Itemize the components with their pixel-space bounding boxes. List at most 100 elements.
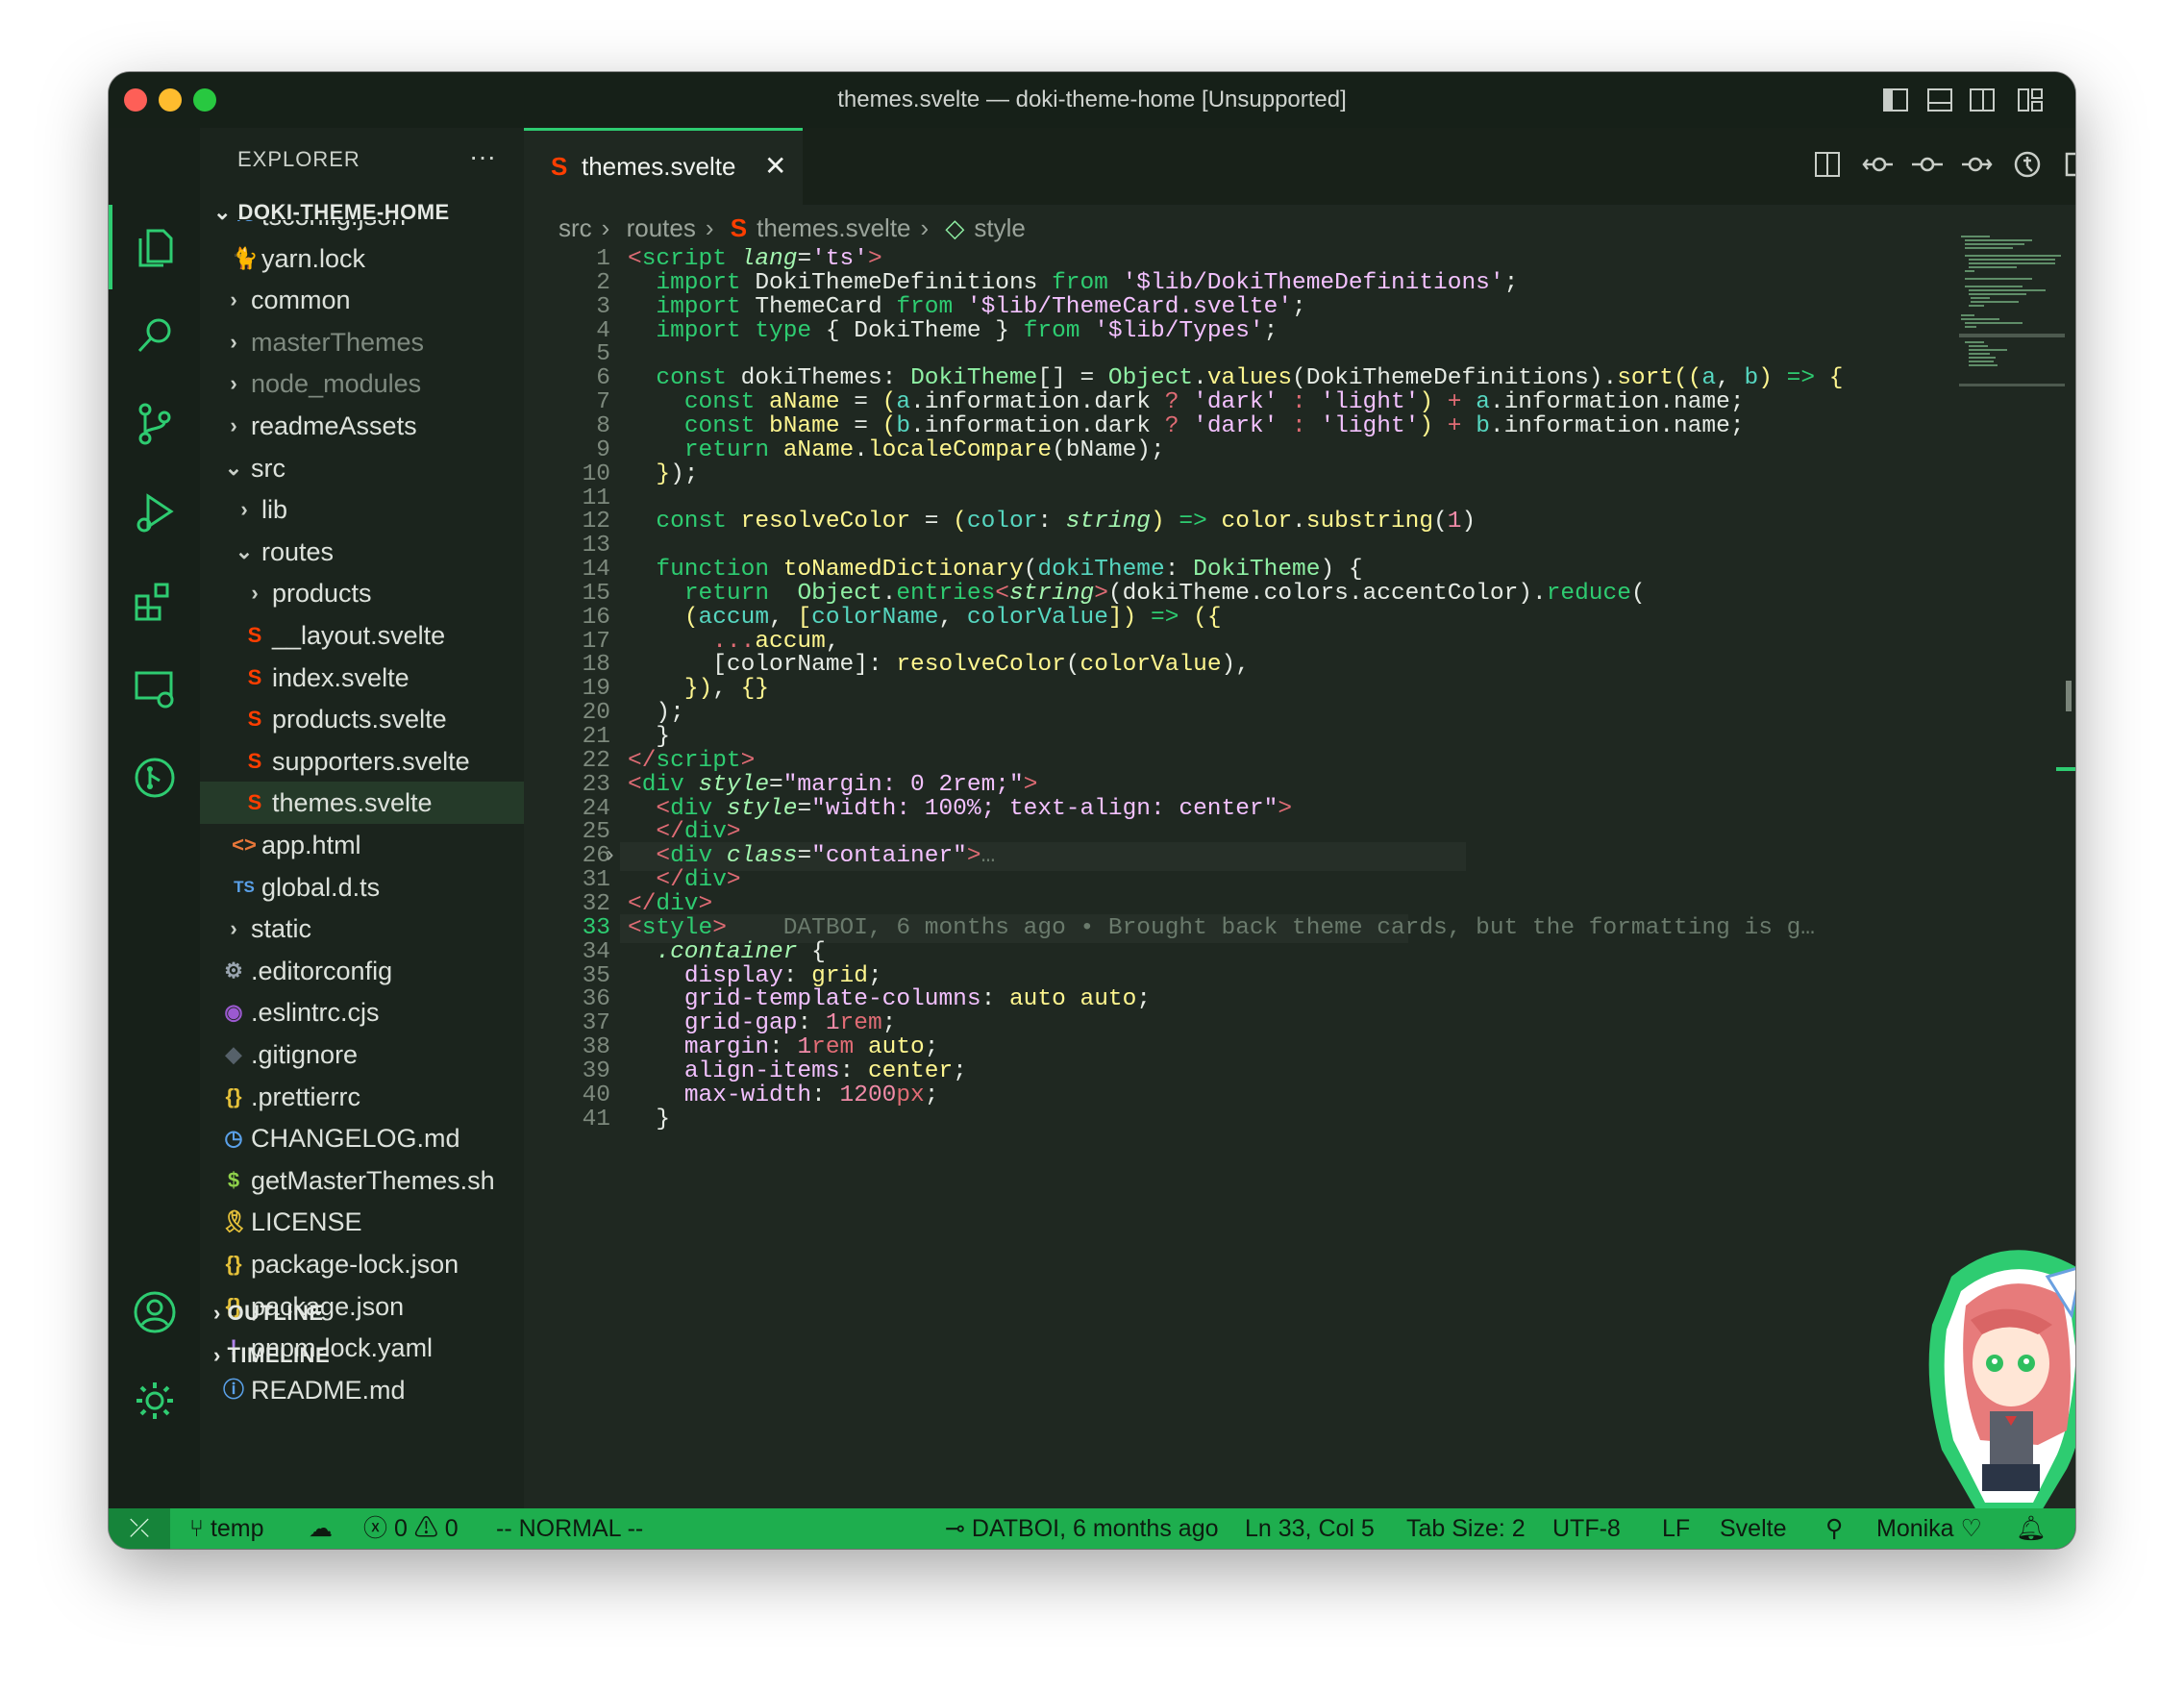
outline-section[interactable]: › OUTLINE — [213, 1301, 324, 1326]
tree-item[interactable]: › products — [200, 572, 524, 614]
encoding[interactable]: UTF-8 — [1552, 1508, 1621, 1549]
file-type-icon: ◆ — [225, 1042, 242, 1066]
extensions-icon[interactable] — [109, 559, 200, 643]
account-icon[interactable] — [109, 1270, 200, 1355]
files-icon[interactable] — [109, 205, 200, 289]
branch-status[interactable]: ⑂ temp — [189, 1508, 264, 1549]
file-type-icon: S — [247, 623, 262, 647]
sync-icon[interactable]: ☁ — [309, 1508, 333, 1549]
tree-item-label: app.html — [261, 831, 361, 859]
style-symbol-icon: ◇ — [945, 213, 965, 242]
breadcrumb-file[interactable]: themes.svelte — [757, 213, 910, 242]
toggle-panel-icon[interactable] — [1925, 86, 1954, 114]
svelte-file-icon: S — [730, 213, 748, 242]
tree-item[interactable]: ⌄ src — [200, 447, 524, 489]
tree-item[interactable]: Sindex.svelte — [200, 657, 524, 699]
tree-item[interactable]: › static — [200, 908, 524, 950]
tree-item[interactable]: ◉ .eslintrc.cjs — [200, 991, 524, 1033]
tree-item[interactable]: ⚙ .editorconfig — [200, 950, 524, 992]
git-graph-icon[interactable] — [109, 735, 200, 820]
vscode-window: themes.svelte — doki-theme-home [Unsuppo… — [109, 72, 2075, 1549]
tree-item-label: themes.svelte — [272, 788, 433, 818]
tab-size[interactable]: Tab Size: 2 — [1406, 1508, 1526, 1549]
vim-mode: -- NORMAL -- — [496, 1515, 644, 1542]
customize-layout-icon[interactable] — [2016, 86, 2045, 114]
tree-item[interactable]: Sproducts.svelte — [200, 698, 524, 740]
breadcrumb-src[interactable]: src — [558, 213, 592, 242]
editor-area: S themes.svelte ✕ ··· — [524, 128, 2075, 1508]
toggle-secondary-sidebar-icon[interactable] — [1968, 86, 1997, 114]
folder-chevron-icon: › — [251, 581, 259, 606]
chevron-right-icon: › — [705, 213, 714, 242]
minimap[interactable] — [1959, 234, 2065, 397]
previous-change-icon[interactable] — [1860, 147, 1895, 182]
remote-explorer-icon[interactable] — [109, 647, 200, 732]
tree-item[interactable]: ⓘ README.md — [200, 1369, 524, 1403]
toggle-primary-sidebar-icon[interactable] — [1881, 86, 1910, 114]
tree-item-label: CHANGELOG.md — [251, 1124, 460, 1154]
tree-item-label: index.svelte — [272, 662, 410, 692]
tree-item-label: package-lock.json — [251, 1250, 459, 1279]
tree-item-label: .gitignore — [251, 1040, 359, 1069]
folder-chevron-icon: › — [230, 413, 237, 437]
tree-item[interactable]: $ getMasterThemes.sh — [200, 1159, 524, 1202]
code-editor[interactable]: 1 <script lang='ts'> 2 import DokiThemeDef… — [524, 248, 2075, 1508]
tree-item[interactable]: 🎗 LICENSE — [200, 1201, 524, 1243]
tree-item-label: LICENSE — [251, 1207, 362, 1237]
timeline-section[interactable]: › TIMELINE — [213, 1343, 330, 1368]
code-line: return aName.localeCompare(bName); — [683, 436, 1165, 463]
file-type-icon: S — [247, 748, 262, 773]
title-bar: themes.svelte — doki-theme-home [Unsuppo… — [109, 72, 2075, 128]
tree-item[interactable]: › node_modules — [200, 362, 524, 405]
warning-count: 0 — [444, 1515, 459, 1542]
file-type-icon: S — [247, 664, 262, 689]
tree-item[interactable]: TStsconfig.json — [200, 220, 524, 237]
tree-item[interactable]: S __layout.svelte — [200, 614, 524, 657]
tree-item[interactable]: › masterThemes — [200, 321, 524, 363]
tree-item[interactable]: TS global.d.ts — [200, 866, 524, 908]
tree-item[interactable]: {} .prettierrc — [200, 1076, 524, 1118]
tab-themes-svelte[interactable]: S themes.svelte ✕ — [524, 128, 803, 205]
timeline-section-label: TIMELINE — [227, 1343, 331, 1367]
more-actions-icon[interactable]: ··· — [469, 141, 496, 172]
feedback-icon[interactable]: ⚲ — [1825, 1508, 1843, 1549]
open-preview-icon[interactable] — [1810, 147, 1845, 182]
line-number: 41 — [582, 1106, 610, 1132]
split-editor-icon[interactable] — [2060, 147, 2075, 182]
problems-status[interactable]: ⓧ 0 ⚠ 0 — [363, 1508, 459, 1549]
explorer-title: EXPLORER — [237, 147, 360, 171]
tree-item-label: static — [251, 914, 312, 944]
breadcrumb-routes[interactable]: routes — [627, 213, 696, 242]
tree-item[interactable]: ◆ .gitignore — [200, 1033, 524, 1076]
tree-item[interactable]: {} package-lock.json — [200, 1243, 524, 1285]
tree-item[interactable]: › common — [200, 279, 524, 321]
search-icon[interactable] — [109, 293, 200, 378]
tree-item[interactable]: › readmeAssets — [200, 405, 524, 447]
theme-name[interactable]: Monika ♡ — [1876, 1508, 1982, 1549]
settings-gear-icon[interactable] — [109, 1358, 200, 1443]
end-of-line[interactable]: LF — [1662, 1508, 1690, 1549]
tree-item[interactable]: Ssupporters.svelte — [200, 740, 524, 783]
source-control-icon[interactable] — [109, 382, 200, 466]
commit-icon[interactable] — [1910, 147, 1945, 182]
code-line: const resolveColor = (color: string) => … — [656, 509, 1477, 535]
language-mode[interactable]: Svelte — [1720, 1508, 1786, 1549]
tree-item[interactable]: <> app.html — [200, 824, 524, 866]
run-debug-icon[interactable] — [109, 470, 200, 555]
tree-item[interactable]: › lib — [200, 488, 524, 531]
warning-icon: ⚠ — [413, 1515, 445, 1542]
notifications-bell-icon[interactable]: 🔔︎ — [2016, 1508, 2047, 1549]
close-tab-icon[interactable]: ✕ — [764, 150, 786, 182]
tree-item[interactable]: ⌄ routes — [200, 531, 524, 573]
activity-bar — [109, 128, 200, 1508]
open-changes-icon[interactable] — [2010, 147, 2045, 182]
cursor-position[interactable]: Ln 33, Col 5 — [1245, 1508, 1375, 1549]
breadcrumb-symbol[interactable]: style — [974, 213, 1025, 242]
tree-item[interactable]: ◷ CHANGELOG.md — [200, 1117, 524, 1159]
next-change-icon[interactable] — [1960, 147, 1995, 182]
scrollbar-thumb[interactable] — [2066, 681, 2072, 711]
git-blame-status[interactable]: ⊸ DATBOI, 6 months ago — [945, 1508, 1219, 1549]
remote-indicator-icon[interactable]: ⤫ — [109, 1508, 170, 1549]
tree-item[interactable]: 🐈 yarn.lock — [200, 237, 524, 280]
tree-item[interactable]: Sthemes.svelte — [200, 782, 524, 825]
